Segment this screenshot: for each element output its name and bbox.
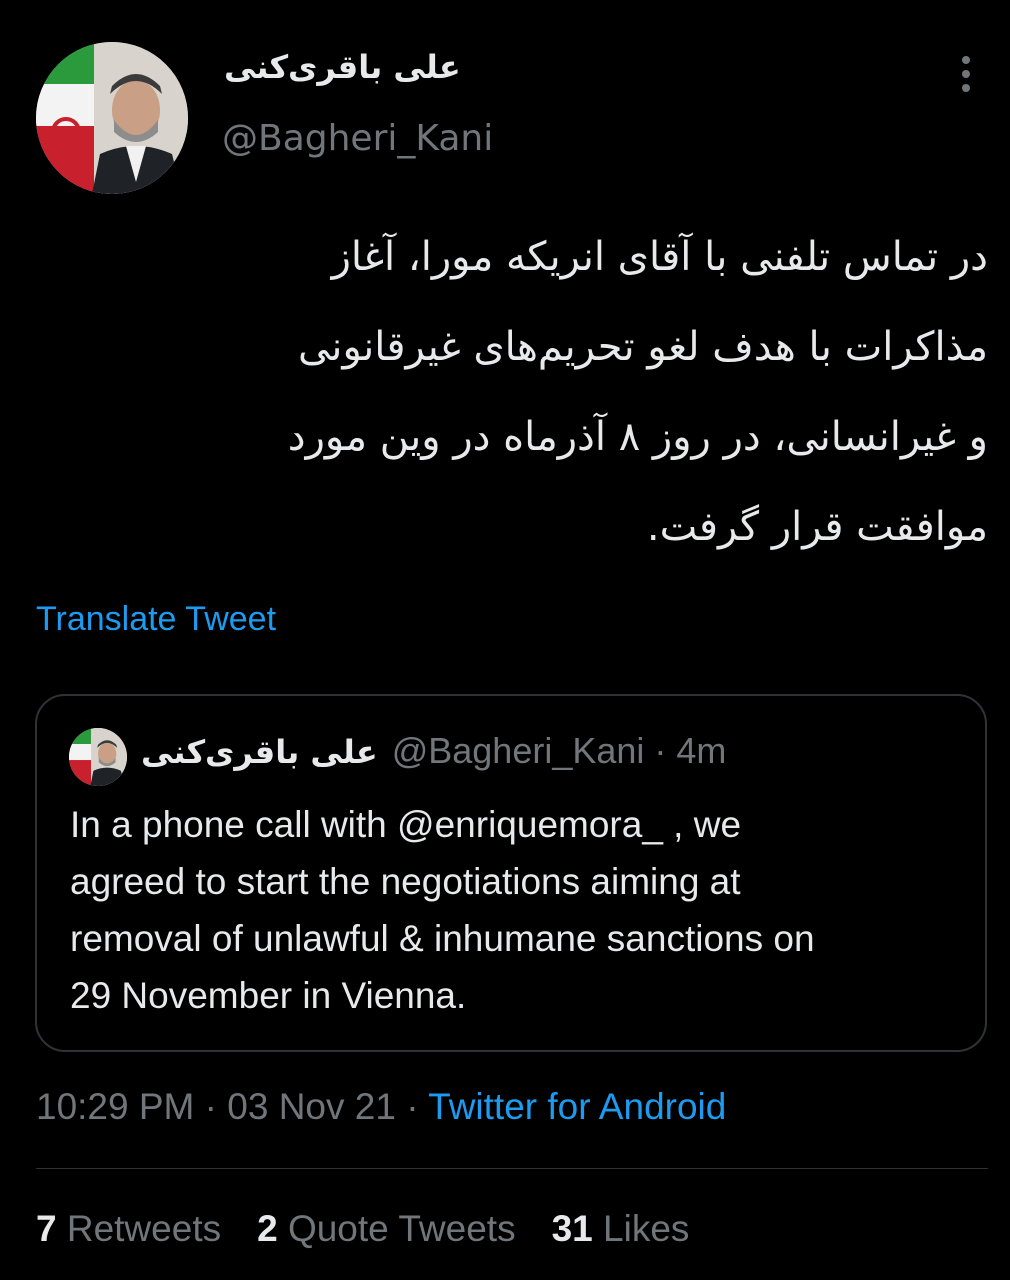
translate-tweet-link[interactable]: Translate Tweet <box>36 600 276 639</box>
quoted-avatar-photo <box>69 728 127 786</box>
likes-stat[interactable]: 31 Likes <box>552 1208 690 1250</box>
quoted-text-line: agreed to start the negotiations aiming … <box>70 861 741 902</box>
quoted-separator: · <box>654 730 667 771</box>
tweet-text-line: موافقت قرار گرفت. <box>646 504 988 550</box>
quoted-author-avatar <box>69 728 127 786</box>
avatar-photo <box>36 42 188 194</box>
meta-separator: · <box>395 1086 429 1127</box>
quoted-tweet-text: In a phone call with @enriquemora_ , we … <box>70 796 960 1024</box>
quoted-author-name: علی باقری‌کنی <box>141 733 378 771</box>
retweets-count: 7 <box>36 1208 57 1249</box>
quoted-text-line: In a phone call with @enriquemora_ , we <box>70 804 742 845</box>
divider <box>36 1168 988 1169</box>
quote-tweets-stat[interactable]: 2 Quote Tweets <box>257 1208 515 1250</box>
tweet-text-line: و غیرانسانی، در روز ۸ آذرماه در وین مورد <box>287 414 988 460</box>
more-vertical-icon[interactable] <box>946 52 986 100</box>
quoted-author-handle: @Bagheri_Kani <box>391 730 645 771</box>
tweet-time[interactable]: 10:29 PM <box>36 1086 194 1127</box>
quoted-tweet-header: علی باقری‌کنی @Bagheri_Kani · 4m <box>141 730 726 772</box>
likes-count: 31 <box>551 1208 593 1249</box>
quote-tweets-count: 2 <box>257 1208 278 1249</box>
likes-label: Likes <box>603 1208 690 1249</box>
retweets-label: Retweets <box>66 1208 222 1249</box>
tweet-meta: 10:29 PM · 03 Nov 21 · Twitter for Andro… <box>36 1086 726 1128</box>
quoted-timestamp: 4m <box>676 730 727 771</box>
tweet-text: در تماس تلفنی با آقای انریکه مورا، آغاز … <box>48 212 988 572</box>
author-avatar[interactable] <box>36 42 188 194</box>
author-display-name[interactable]: علی باقری‌کنی <box>224 48 461 86</box>
tweet-stats: 7 Retweets 2 Quote Tweets 31 Likes <box>36 1208 725 1250</box>
quote-tweets-label: Quote Tweets <box>287 1208 516 1249</box>
author-handle[interactable]: @Bagheri_Kani <box>222 118 493 159</box>
tweet-text-line: مذاکرات با هدف لغو تحریم‌های غیرقانونی <box>297 324 988 370</box>
quoted-text-line: 29 November in Vienna. <box>70 975 467 1016</box>
quoted-tweet-card[interactable]: علی باقری‌کنی @Bagheri_Kani · 4m In a ph… <box>35 694 987 1052</box>
tweet-text-line: در تماس تلفنی با آقای انریکه مورا، آغاز <box>331 234 988 280</box>
tweet-source-link[interactable]: Twitter for Android <box>428 1086 726 1127</box>
tweet-date[interactable]: 03 Nov 21 <box>227 1086 396 1127</box>
retweets-stat[interactable]: 7 Retweets <box>36 1208 221 1250</box>
quoted-text-line: removal of unlawful & inhumane sanctions… <box>70 918 815 959</box>
meta-separator: · <box>194 1086 228 1127</box>
